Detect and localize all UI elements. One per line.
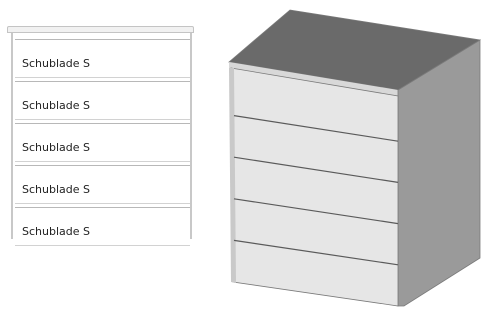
- configurator-canvas: Schublade S Schublade S Schublade S Schu…: [0, 0, 484, 309]
- cabinet-front-panel: [230, 67, 399, 307]
- cabinet-3d-preview[interactable]: [0, 0, 484, 309]
